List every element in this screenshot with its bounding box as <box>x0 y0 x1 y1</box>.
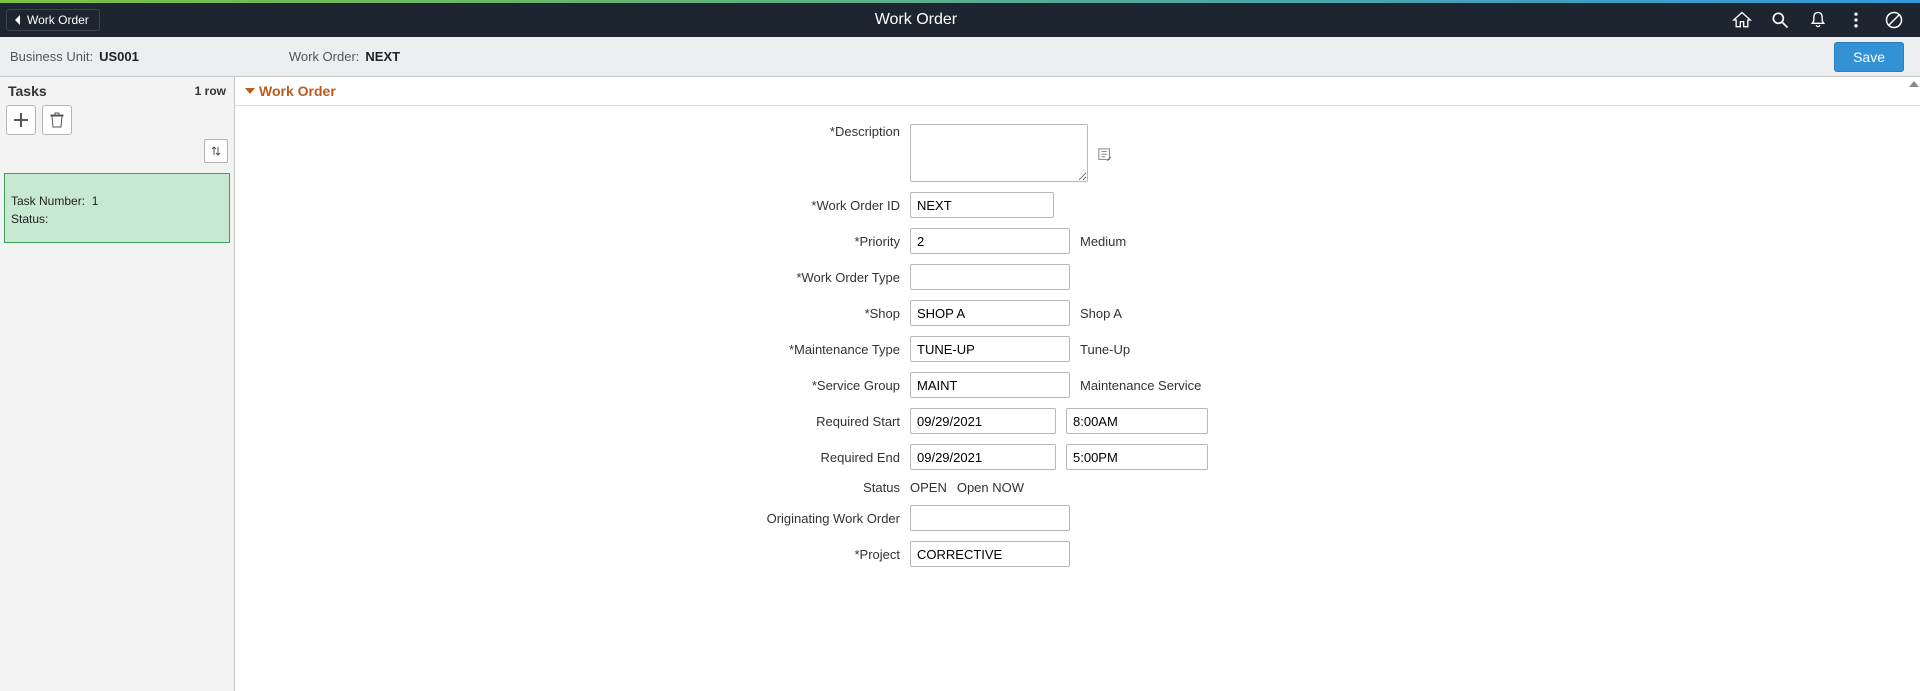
row-wo-id: *Work Order ID <box>245 192 1910 218</box>
work-order-label: Work Order: <box>289 49 360 64</box>
task-number-value: 1 <box>92 194 99 208</box>
status-desc: Open NOW <box>957 480 1024 495</box>
task-number-line: Task Number: 1 <box>11 192 223 210</box>
task-number-label: Task Number: <box>11 194 85 208</box>
maint-type-label: *Maintenance Type <box>245 342 910 357</box>
row-status: Status OPEN Open NOW <box>245 480 1910 495</box>
row-maint-type: *Maintenance Type Tune-Up <box>245 336 1910 362</box>
project-lookup <box>910 541 1070 567</box>
back-button[interactable]: Work Order <box>6 9 100 31</box>
svc-group-lookup <box>910 372 1070 398</box>
work-order-item: Work Order: NEXT <box>289 49 400 64</box>
row-project: *Project <box>245 541 1910 567</box>
req-start-date-wrap <box>910 408 1056 434</box>
req-end-date-input[interactable] <box>911 450 1056 465</box>
page-title: Work Order <box>100 11 1732 29</box>
status-label: Status <box>245 480 910 495</box>
tasks-toolbar <box>0 105 234 135</box>
form-area: *Description *Work Order ID *Priority <box>235 106 1920 607</box>
priority-label: *Priority <box>245 234 910 249</box>
project-input[interactable] <box>911 542 1070 566</box>
shop-desc: Shop A <box>1080 306 1122 321</box>
tasks-header: Tasks 1 row <box>0 77 234 105</box>
row-req-start: Required Start <box>245 408 1910 434</box>
orig-wo-lookup <box>910 505 1070 531</box>
shop-input[interactable] <box>911 301 1070 325</box>
tasks-sort-row <box>0 135 234 167</box>
task-status-line: Status: <box>11 210 223 228</box>
search-icon[interactable] <box>1770 10 1790 30</box>
tasks-panel: Tasks 1 row Task Number: 1 Status: <box>0 77 235 691</box>
body: Tasks 1 row Task Number: 1 Status: <box>0 77 1920 691</box>
status-code: OPEN <box>910 480 947 495</box>
business-unit-value: US001 <box>99 49 139 64</box>
work-order-value: NEXT <box>365 49 400 64</box>
task-card[interactable]: Task Number: 1 Status: <box>4 173 230 243</box>
maint-type-input[interactable] <box>911 337 1070 361</box>
row-priority: *Priority Medium <box>245 228 1910 254</box>
svc-group-desc: Maintenance Service <box>1080 378 1201 393</box>
wo-type-input[interactable] <box>911 265 1070 289</box>
business-unit-label: Business Unit: <box>10 49 93 64</box>
svc-group-label: *Service Group <box>245 378 910 393</box>
priority-input[interactable] <box>911 229 1070 253</box>
task-status-label: Status: <box>11 212 48 226</box>
trash-icon <box>49 112 65 128</box>
req-end-date-wrap <box>910 444 1056 470</box>
chevron-left-icon <box>13 15 23 25</box>
row-req-end: Required End <box>245 444 1910 470</box>
priority-lookup <box>910 228 1070 254</box>
req-start-time-input[interactable] <box>1066 408 1208 434</box>
block-icon[interactable] <box>1884 10 1904 30</box>
svc-group-input[interactable] <box>911 373 1070 397</box>
plus-icon <box>13 112 29 128</box>
scroll-up-arrow[interactable] <box>1908 79 1918 89</box>
save-button[interactable]: Save <box>1834 42 1904 72</box>
row-svc-group: *Service Group Maintenance Service <box>245 372 1910 398</box>
row-orig-wo: Originating Work Order <box>245 505 1910 531</box>
header-icons <box>1732 10 1914 30</box>
req-end-time-input[interactable] <box>1066 444 1208 470</box>
shop-label: *Shop <box>245 306 910 321</box>
req-start-date-input[interactable] <box>911 414 1056 429</box>
wo-type-label: *Work Order Type <box>245 270 910 285</box>
section-header[interactable]: Work Order <box>235 77 1920 106</box>
row-wo-type: *Work Order Type <box>245 264 1910 290</box>
wo-id-label: *Work Order ID <box>245 198 910 213</box>
back-label: Work Order <box>27 13 89 27</box>
req-start-label: Required Start <box>245 414 910 429</box>
priority-desc: Medium <box>1080 234 1126 249</box>
orig-wo-input[interactable] <box>911 506 1070 530</box>
bell-icon[interactable] <box>1808 10 1828 30</box>
tasks-count: 1 row <box>195 84 226 98</box>
shop-lookup <box>910 300 1070 326</box>
home-icon[interactable] <box>1732 10 1752 30</box>
add-task-button[interactable] <box>6 105 36 135</box>
sort-icon <box>210 145 222 157</box>
business-unit-item: Business Unit: US001 <box>10 49 139 64</box>
orig-wo-label: Originating Work Order <box>245 511 910 526</box>
more-icon[interactable] <box>1846 10 1866 30</box>
row-description: *Description <box>245 124 1910 182</box>
delete-task-button[interactable] <box>42 105 72 135</box>
maint-type-lookup <box>910 336 1070 362</box>
wo-type-lookup <box>910 264 1070 290</box>
project-label: *Project <box>245 547 910 562</box>
row-shop: *Shop Shop A <box>245 300 1910 326</box>
sort-button[interactable] <box>204 139 228 163</box>
tasks-title: Tasks <box>8 83 47 99</box>
wo-id-input[interactable] <box>910 192 1054 218</box>
main-panel: Work Order *Description *Work Order ID *… <box>235 77 1920 691</box>
app-header: Work Order Work Order <box>0 3 1920 37</box>
description-input[interactable] <box>910 124 1088 182</box>
req-end-label: Required End <box>245 450 910 465</box>
sub-header: Business Unit: US001 Work Order: NEXT Sa… <box>0 37 1920 77</box>
section-title: Work Order <box>259 83 336 99</box>
caret-down-icon <box>245 88 255 94</box>
edit-note-icon[interactable] <box>1098 148 1112 162</box>
maint-type-desc: Tune-Up <box>1080 342 1130 357</box>
description-label: *Description <box>245 124 910 139</box>
